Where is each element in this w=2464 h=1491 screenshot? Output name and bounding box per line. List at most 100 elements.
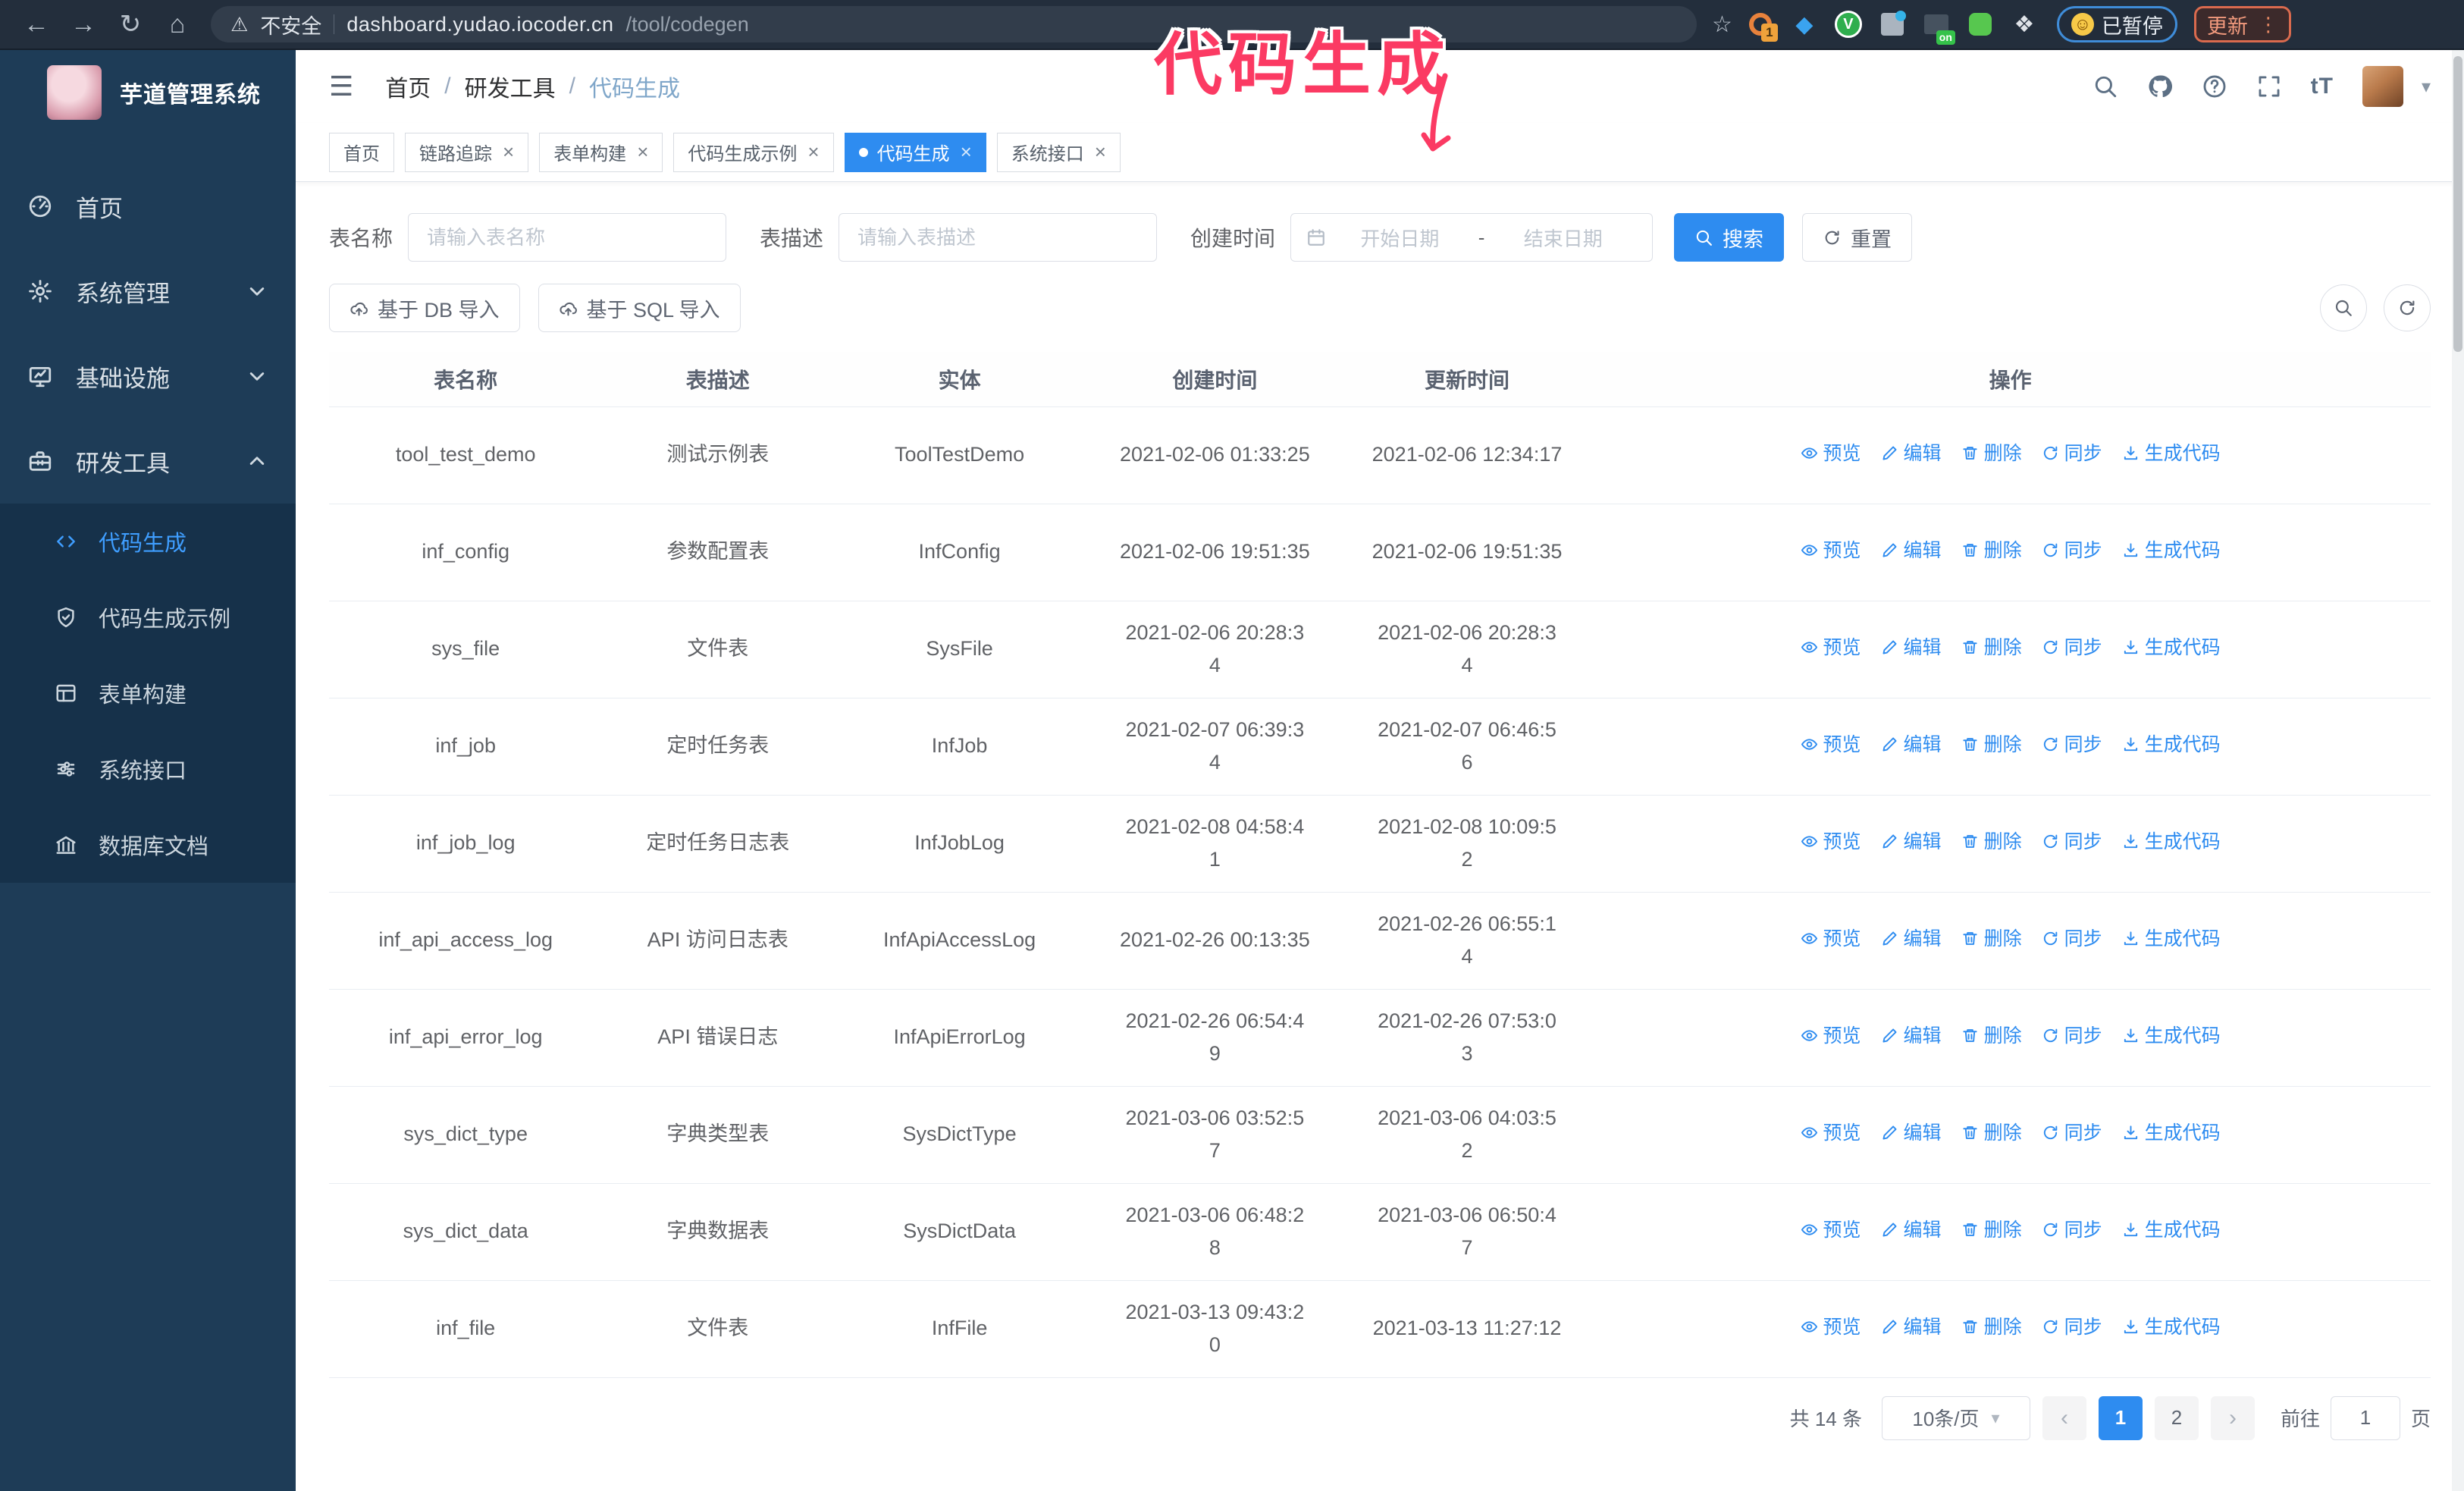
refresh-table-button[interactable] (2384, 284, 2431, 331)
sidebar-item-代码生成[interactable]: 代码生成 (0, 504, 296, 579)
action-编辑[interactable]: 编辑 (1881, 632, 1942, 663)
action-同步[interactable]: 同步 (2042, 1118, 2102, 1148)
sidebar-fold-icon[interactable]: ☰ (329, 71, 353, 102)
action-同步[interactable]: 同步 (2042, 1021, 2102, 1051)
import-db-button[interactable]: 基于 DB 导入 (329, 284, 520, 332)
action-预览[interactable]: 预览 (1801, 1312, 1861, 1342)
page-2[interactable]: 2 (2154, 1395, 2199, 1440)
tab-表单构建[interactable]: 表单构建 × (539, 132, 663, 172)
action-预览[interactable]: 预览 (1801, 1021, 1861, 1051)
action-生成代码[interactable]: 生成代码 (2122, 535, 2221, 566)
browser-reload-icon[interactable]: ↻ (111, 5, 150, 44)
action-同步[interactable]: 同步 (2042, 1312, 2102, 1342)
extension-puzzle-icon[interactable]: ❖ (2010, 10, 2039, 39)
close-icon[interactable]: × (1095, 140, 1106, 164)
sidebar-item-系统接口[interactable]: 系统接口 (0, 731, 296, 807)
sidebar-item-表单构建[interactable]: 表单构建 (0, 655, 296, 731)
action-删除[interactable]: 删除 (1961, 730, 2022, 760)
action-生成代码[interactable]: 生成代码 (2122, 1312, 2221, 1342)
action-生成代码[interactable]: 生成代码 (2122, 1118, 2221, 1148)
action-预览[interactable]: 预览 (1801, 535, 1861, 566)
action-预览[interactable]: 预览 (1801, 438, 1861, 469)
date-range-picker[interactable]: 开始日期 - 结束日期 (1290, 213, 1654, 262)
extension-orange-ring-icon[interactable]: 1 (1746, 10, 1778, 42)
action-删除[interactable]: 删除 (1961, 1215, 2022, 1245)
breadcrumb-item[interactable]: 研发工具 (465, 70, 556, 103)
extension-green-v-icon[interactable]: V (1834, 10, 1863, 39)
import-sql-button[interactable]: 基于 SQL 导入 (538, 284, 741, 332)
action-同步[interactable]: 同步 (2042, 924, 2102, 954)
action-编辑[interactable]: 编辑 (1881, 827, 1942, 857)
action-生成代码[interactable]: 生成代码 (2122, 1021, 2221, 1051)
goto-page-input[interactable] (2330, 1395, 2400, 1440)
kebab-menu-icon[interactable]: ⋮ (2259, 13, 2278, 36)
action-同步[interactable]: 同步 (2042, 438, 2102, 469)
next-page-button[interactable]: › (2210, 1395, 2255, 1440)
paused-button[interactable]: ☺ 已暂停 (2056, 6, 2177, 42)
action-删除[interactable]: 删除 (1961, 827, 2022, 857)
sidebar-item-系统管理[interactable]: 系统管理 (0, 249, 296, 334)
action-同步[interactable]: 同步 (2042, 1215, 2102, 1245)
logo[interactable]: 芋道管理系统 (0, 50, 296, 135)
action-同步[interactable]: 同步 (2042, 827, 2102, 857)
extension-android-icon[interactable] (1966, 10, 1995, 39)
extension-gem-icon[interactable]: ◆ (1790, 10, 1819, 39)
action-同步[interactable]: 同步 (2042, 535, 2102, 566)
start-date-placeholder[interactable]: 开始日期 (1326, 224, 1474, 252)
browser-home-icon[interactable]: ⌂ (158, 5, 197, 44)
tab-系统接口[interactable]: 系统接口 × (996, 132, 1121, 172)
scrollbar[interactable] (2452, 50, 2464, 1491)
page-1[interactable]: 1 (2098, 1395, 2143, 1440)
action-删除[interactable]: 删除 (1961, 535, 2022, 566)
close-icon[interactable]: × (637, 140, 648, 164)
font-size-icon[interactable]: tT (2311, 74, 2334, 99)
fullscreen-icon[interactable] (2256, 74, 2282, 99)
action-同步[interactable]: 同步 (2042, 632, 2102, 663)
action-预览[interactable]: 预览 (1801, 1215, 1861, 1245)
tab-首页[interactable]: 首页 (329, 132, 394, 172)
extension-grid-icon[interactable] (1878, 10, 1907, 39)
action-预览[interactable]: 预览 (1801, 632, 1861, 663)
close-icon[interactable]: × (961, 140, 972, 164)
action-生成代码[interactable]: 生成代码 (2122, 1215, 2221, 1245)
action-编辑[interactable]: 编辑 (1881, 1118, 1942, 1148)
action-预览[interactable]: 预览 (1801, 730, 1861, 760)
action-生成代码[interactable]: 生成代码 (2122, 827, 2221, 857)
action-同步[interactable]: 同步 (2042, 730, 2102, 760)
table-name-input[interactable] (408, 213, 727, 262)
search-icon[interactable] (2093, 74, 2118, 99)
action-删除[interactable]: 删除 (1961, 1118, 2022, 1148)
extension-on-icon[interactable]: on (1922, 10, 1955, 45)
search-button[interactable]: 搜索 (1674, 213, 1785, 262)
page-size-select[interactable]: 10条/页 ▾ (1881, 1395, 2030, 1440)
action-预览[interactable]: 预览 (1801, 1118, 1861, 1148)
breadcrumb-item[interactable]: 首页 (385, 70, 431, 103)
browser-forward-icon[interactable]: → (64, 5, 103, 44)
reset-button[interactable]: 重置 (1802, 213, 1913, 262)
avatar[interactable] (2362, 66, 2403, 107)
action-编辑[interactable]: 编辑 (1881, 1215, 1942, 1245)
tab-链路追踪[interactable]: 链路追踪 × (405, 132, 529, 172)
sidebar-item-首页[interactable]: 首页 (0, 164, 296, 249)
close-icon[interactable]: × (807, 140, 819, 164)
prev-page-button[interactable]: ‹ (2042, 1395, 2086, 1440)
action-编辑[interactable]: 编辑 (1881, 1021, 1942, 1051)
tab-代码生成[interactable]: 代码生成 × (844, 132, 986, 172)
action-预览[interactable]: 预览 (1801, 924, 1861, 954)
help-icon[interactable] (2202, 74, 2227, 99)
sidebar-item-研发工具[interactable]: 研发工具 (0, 419, 296, 504)
update-button[interactable]: 更新 ⋮ (2193, 6, 2291, 42)
table-desc-input[interactable] (839, 213, 1158, 262)
sidebar-item-代码生成示例[interactable]: 代码生成示例 (0, 579, 296, 655)
caret-down-icon[interactable]: ▾ (2422, 76, 2431, 98)
action-编辑[interactable]: 编辑 (1881, 730, 1942, 760)
toggle-search-button[interactable] (2320, 284, 2367, 331)
action-删除[interactable]: 删除 (1961, 924, 2022, 954)
action-生成代码[interactable]: 生成代码 (2122, 632, 2221, 663)
action-删除[interactable]: 删除 (1961, 1312, 2022, 1342)
bookmark-star-icon[interactable]: ☆ (1712, 11, 1732, 38)
tab-代码生成示例[interactable]: 代码生成示例 × (673, 132, 834, 172)
action-删除[interactable]: 删除 (1961, 632, 2022, 663)
github-icon[interactable] (2147, 74, 2173, 99)
action-编辑[interactable]: 编辑 (1881, 924, 1942, 954)
